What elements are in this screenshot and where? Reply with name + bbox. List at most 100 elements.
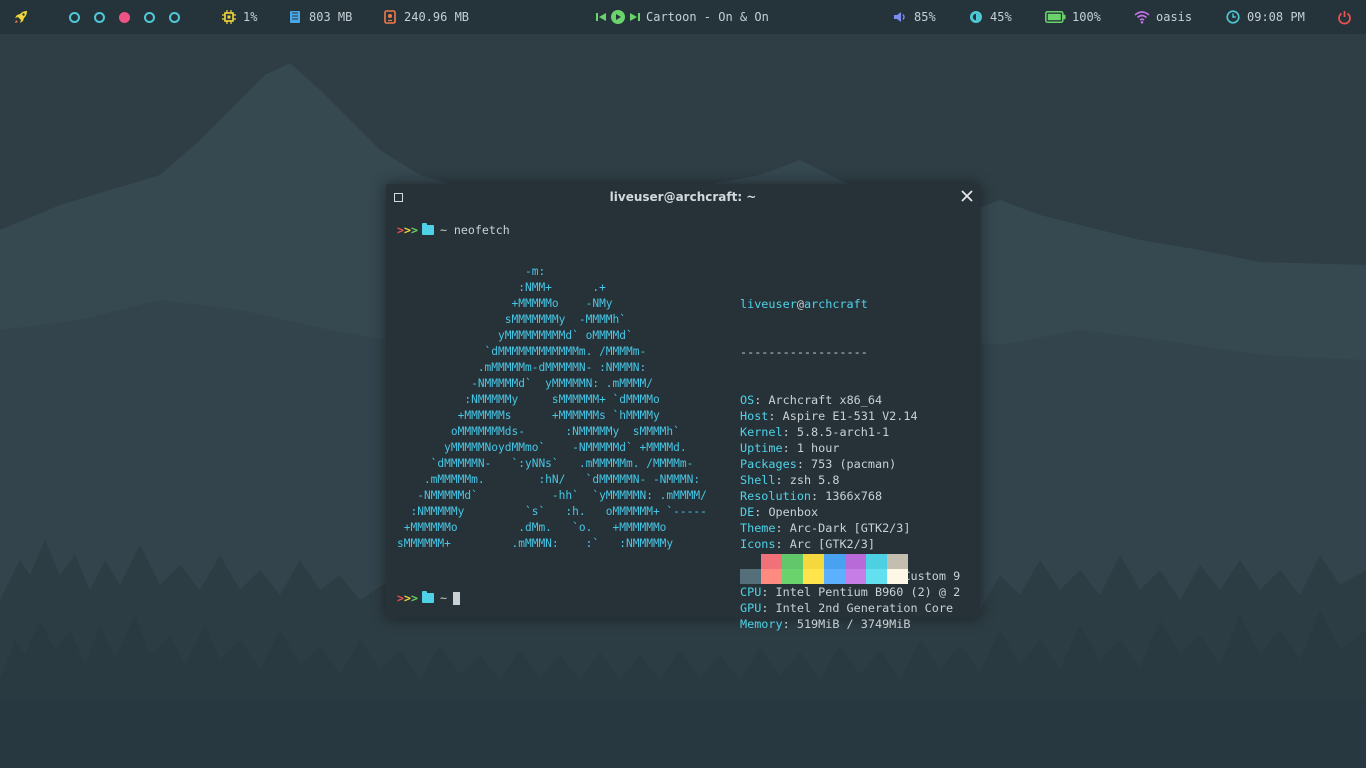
color-palette [740, 554, 908, 584]
info-row: OS: Archcraft x86_64 [740, 393, 883, 407]
info-value: Archcraft x86_64 [768, 393, 883, 407]
ascii-art-line: `dMMMMMN- `:yNNs` .mMMMMMm. /MMMMm- [397, 457, 694, 470]
volume-level: 85% [914, 10, 936, 24]
close-icon[interactable] [960, 189, 974, 203]
cpu-module[interactable]: 1% [221, 0, 257, 34]
ascii-art-line: sMMMMMM+ .mMMMN: :` :NMMMMMy [397, 537, 674, 550]
palette-swatch [866, 569, 887, 584]
disk-icon [382, 9, 398, 25]
info-key: Theme [740, 521, 776, 535]
user-host-line: liveuser@archcraft [740, 297, 868, 311]
info-row: Theme: Arc-Dark [GTK2/3] [740, 521, 911, 535]
text-cursor [452, 591, 460, 605]
clock-icon [1225, 9, 1241, 25]
terminal-content[interactable]: >>> ~ neofetch -m: :NMM+ .+ +MMMMMo -NMy… [386, 210, 980, 631]
battery-icon [1044, 9, 1066, 25]
window-title: liveuser@archcraft: ~ [609, 190, 757, 204]
ascii-art-line: :NMMMMMy sMMMMMM+ `dMMMMo [397, 393, 660, 406]
info-row: Shell: zsh 5.8 [740, 473, 840, 487]
info-value: Arc [GTK2/3] [789, 537, 875, 551]
wifi-icon [1134, 9, 1150, 25]
brightness-module[interactable]: 45% [968, 0, 1012, 34]
play-pause-icon[interactable] [611, 10, 625, 24]
info-value: Aspire E1-531 V2.14 [782, 409, 918, 423]
prompt-arrows: >>> [397, 591, 418, 605]
volume-icon [892, 9, 908, 25]
info-row: GPU: Intel 2nd Generation Core [740, 601, 954, 615]
cpu-usage: 1% [243, 10, 258, 24]
info-row: Packages: 753 (pacman) [740, 457, 897, 471]
disk-usage: 240.96 MB [404, 10, 470, 24]
info-key: Icons [740, 537, 776, 551]
info-key: Host [740, 409, 769, 423]
next-track-icon[interactable] [630, 12, 640, 22]
info-key: Packages [740, 457, 797, 471]
ascii-art-line: `dMMMMMMMMMMMMm. /MMMMm- [397, 345, 647, 358]
info-key: Kernel [740, 425, 783, 439]
palette-normal-row [740, 554, 908, 569]
palette-swatch [887, 569, 908, 584]
top-panel: 1% 803 MB 240.96 MB Cartoon - On & On 85… [0, 0, 1366, 34]
memory-module[interactable]: 803 MB [287, 0, 352, 34]
info-key: Memory [740, 617, 783, 631]
info-separator: ------------------ [740, 345, 868, 359]
info-value: Arc-Dark [GTK2/3] [789, 521, 911, 535]
info-rows: OS: Archcraft x86_64 Host: Aspire E1-531 … [740, 392, 976, 632]
folder-icon [421, 223, 434, 235]
info-value: 519MiB / 3749MiB [796, 617, 911, 631]
info-key: OS [740, 393, 755, 407]
clock-module[interactable]: 09:08 PM [1225, 0, 1305, 34]
rocket-icon [15, 11, 27, 23]
ascii-art-line: sMMMMMMMy -MMMMh` [397, 313, 627, 326]
system-info: liveuser@archcraft ------------------ OS… [740, 264, 976, 664]
power-button[interactable] [1337, 0, 1352, 34]
ascii-art-line: :NMM+ .+ [397, 281, 606, 294]
workspace-4[interactable] [144, 12, 155, 23]
info-row: Host: Aspire E1-531 V2.14 [740, 409, 918, 423]
palette-swatch [866, 554, 887, 569]
palette-swatch [740, 554, 761, 569]
app-launcher-button[interactable] [13, 0, 29, 34]
power-icon [1338, 10, 1351, 24]
previous-track-icon[interactable] [596, 12, 606, 22]
info-value: 5.8.5-arch1-1 [796, 425, 890, 439]
palette-swatch [782, 569, 803, 584]
workspace-5[interactable] [169, 12, 180, 23]
active-prompt-line[interactable]: >>> ~ [397, 590, 460, 606]
info-row: Icons: Arc [GTK2/3] [740, 537, 875, 551]
ascii-art-line: +MMMMMo -NMy [397, 297, 613, 310]
cpu-icon [221, 9, 237, 25]
workspace-3[interactable] [119, 12, 130, 23]
window-titlebar[interactable]: liveuser@archcraft: ~ [386, 184, 980, 210]
palette-swatch [803, 554, 824, 569]
wifi-module[interactable]: oasis [1134, 0, 1192, 34]
prompt-command: neofetch [453, 223, 510, 237]
battery-module[interactable]: 100% [1044, 0, 1101, 34]
music-module: Cartoon - On & On [596, 0, 769, 34]
volume-module[interactable]: 85% [892, 0, 936, 34]
ascii-art-line: -m: [397, 265, 546, 278]
ascii-art-line: .mMMMMMm. :hN/ `dMMMMMN- -NMMMN: [397, 473, 701, 486]
brightness-level: 45% [990, 10, 1012, 24]
info-value: Intel Pentium B960 (2) @ 2 [775, 585, 961, 599]
info-row: CPU: Intel Pentium B960 (2) @ 2 [740, 585, 961, 599]
info-key: DE [740, 505, 755, 519]
info-row: DE: Openbox [740, 505, 819, 519]
disk-module[interactable]: 240.96 MB [382, 0, 469, 34]
ascii-art-line: :NMMMMMy `s` :h. oMMMMMM+ `----- [397, 505, 707, 518]
brightness-icon [968, 9, 984, 25]
palette-swatch [824, 569, 845, 584]
info-value: zsh 5.8 [789, 473, 840, 487]
palette-swatch [761, 569, 782, 584]
palette-swatch [824, 554, 845, 569]
info-row: Resolution: 1366x768 [740, 489, 883, 503]
battery-level: 100% [1072, 10, 1101, 24]
palette-swatch [803, 569, 824, 584]
prompt-arrows: >>> [397, 223, 418, 237]
workspace-2[interactable] [94, 12, 105, 23]
info-value: Openbox [768, 505, 819, 519]
terminal-window[interactable]: liveuser@archcraft: ~ >>> ~ neofetch -m:… [386, 184, 980, 631]
workspace-1[interactable] [69, 12, 80, 23]
info-key: Uptime [740, 441, 783, 455]
palette-swatch [845, 569, 866, 584]
